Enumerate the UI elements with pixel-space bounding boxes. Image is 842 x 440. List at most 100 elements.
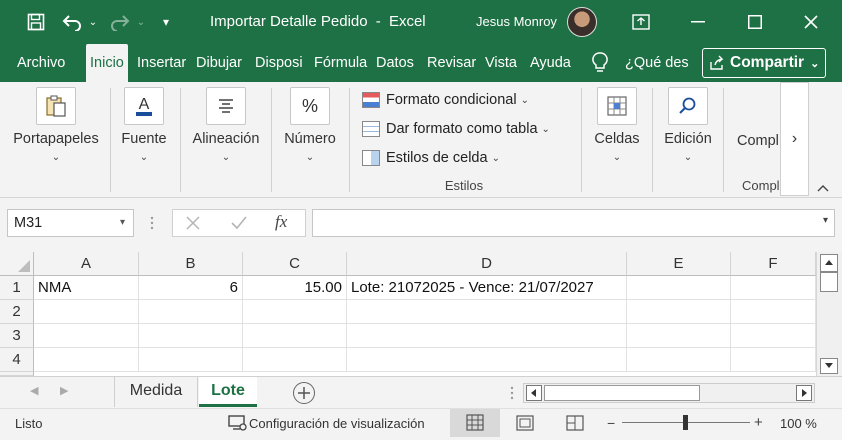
undo-dropdown-icon[interactable]: ⌄ <box>86 10 100 34</box>
user-name[interactable]: Jesus Monroy <box>476 14 557 29</box>
cancel-icon[interactable] <box>185 215 201 234</box>
cells-group[interactable]: Celdas ⌄ <box>588 82 646 192</box>
expand-formula-bar-icon[interactable]: ▾ <box>823 215 828 226</box>
grid-cell[interactable] <box>34 300 139 324</box>
tab-datos[interactable]: Datos <box>376 44 414 82</box>
grid-cell[interactable] <box>139 300 243 324</box>
cell-f1[interactable] <box>731 276 816 300</box>
tab-vista[interactable]: Vista <box>485 44 517 82</box>
prev-sheet-icon[interactable]: ◀ <box>30 384 38 397</box>
lightbulb-icon[interactable] <box>592 44 612 82</box>
name-box[interactable]: M31 ▾ <box>7 209 134 237</box>
paste-icon[interactable] <box>36 87 76 125</box>
vertical-scrollbar[interactable] <box>816 252 842 376</box>
tab-formulas[interactable]: Fórmula <box>314 44 367 82</box>
format-as-table-button[interactable]: Dar formato como tabla ⌄ <box>362 118 550 140</box>
grid-cell[interactable] <box>347 300 627 324</box>
zoom-slider[interactable] <box>622 415 750 430</box>
cell-c1[interactable]: 15.00 <box>243 276 347 300</box>
customize-qat-icon[interactable]: ▾ <box>158 10 174 34</box>
scroll-left-icon[interactable] <box>526 385 542 401</box>
grid-cell[interactable] <box>34 324 139 348</box>
normal-view-button[interactable] <box>450 409 500 437</box>
cell-d1[interactable]: Lote: 21072025 - Vence: 21/07/2027 <box>347 276 627 300</box>
align-icon[interactable] <box>206 87 246 125</box>
grid-cell[interactable] <box>731 324 816 348</box>
vertical-scroll-thumb[interactable] <box>820 272 838 292</box>
page-break-view-icon[interactable] <box>565 414 585 435</box>
number-group[interactable]: % Número ⌄ <box>278 82 342 192</box>
grid-cell[interactable] <box>731 300 816 324</box>
cell-styles-button[interactable]: Estilos de celda ⌄ <box>362 147 500 169</box>
sheet-tab-medida[interactable]: Medida <box>114 377 198 407</box>
grid-cell[interactable] <box>34 348 139 372</box>
column-header[interactable]: E <box>627 252 731 276</box>
font-group[interactable]: A Fuente ⌄ <box>114 82 174 192</box>
grid-cell[interactable] <box>139 348 243 372</box>
grid-cell[interactable] <box>347 324 627 348</box>
zoom-out-icon[interactable]: − <box>607 415 615 431</box>
sheet-tab-lote[interactable]: Lote <box>199 377 257 407</box>
grid-cell[interactable] <box>243 348 347 372</box>
cell-a1[interactable]: NMA <box>34 276 139 300</box>
row-header[interactable]: 4 <box>0 348 34 372</box>
tab-ayuda[interactable]: Ayuda <box>530 44 571 82</box>
font-color-icon[interactable]: A <box>124 87 164 125</box>
formula-input[interactable]: ▾ <box>312 209 835 237</box>
scroll-up-icon[interactable] <box>820 254 838 272</box>
spreadsheet-grid[interactable]: A B C D E F 1 2 3 4 NMA 6 15.00 Lote: 21… <box>0 252 842 376</box>
redo-icon[interactable] <box>108 10 132 34</box>
complements-label[interactable]: Compl <box>737 133 779 149</box>
column-header[interactable]: A <box>34 252 139 276</box>
clipboard-group[interactable]: Portapapeles ⌄ <box>6 82 106 192</box>
zoom-level[interactable]: 100 % <box>780 416 817 431</box>
cell-b1[interactable]: 6 <box>139 276 243 300</box>
tab-inicio[interactable]: Inicio <box>86 44 128 82</box>
name-box-dropdown-icon[interactable]: ▾ <box>120 210 125 236</box>
conditional-format-button[interactable]: Formato condicional ⌄ <box>362 89 529 111</box>
zoom-in-icon[interactable]: + <box>754 414 763 431</box>
collapse-ribbon-icon[interactable] <box>816 180 834 194</box>
tab-revisar[interactable]: Revisar <box>427 44 476 82</box>
insert-function-icon[interactable]: fx <box>275 212 287 232</box>
grid-cell[interactable] <box>731 348 816 372</box>
tab-archivo[interactable]: Archivo <box>17 44 65 82</box>
tab-insertar[interactable]: Insertar <box>137 44 186 82</box>
minimize-icon[interactable] <box>684 8 712 36</box>
grid-cell[interactable] <box>243 324 347 348</box>
grid-cell[interactable] <box>627 348 731 372</box>
alignment-group[interactable]: Alineación ⌄ <box>184 82 268 192</box>
column-header[interactable]: C <box>243 252 347 276</box>
column-header[interactable]: D <box>347 252 627 276</box>
grid-cell[interactable] <box>243 300 347 324</box>
grid-cell[interactable] <box>347 348 627 372</box>
cell-e1[interactable] <box>627 276 731 300</box>
column-header[interactable]: B <box>139 252 243 276</box>
row-header[interactable]: 2 <box>0 300 34 324</box>
grid-cell[interactable] <box>139 324 243 348</box>
percent-icon[interactable]: % <box>290 87 330 125</box>
redo-dropdown-icon[interactable]: ⌄ <box>134 10 148 34</box>
display-settings-label[interactable]: Configuración de visualización <box>249 416 425 431</box>
scroll-down-icon[interactable] <box>820 358 838 374</box>
ribbon-scroll-right-button[interactable]: › <box>780 82 809 196</box>
row-header[interactable]: 3 <box>0 324 34 348</box>
tab-split-grip-icon[interactable] <box>508 385 516 401</box>
next-sheet-icon[interactable]: ▶ <box>60 384 68 397</box>
grid-cell[interactable] <box>627 324 731 348</box>
add-sheet-icon[interactable] <box>293 382 315 404</box>
share-button[interactable]: Compartir ⌄ <box>702 48 826 78</box>
zoom-slider-thumb[interactable] <box>683 415 688 430</box>
display-settings-icon[interactable] <box>228 414 248 432</box>
page-layout-view-icon[interactable] <box>515 414 535 435</box>
undo-icon[interactable] <box>60 10 84 34</box>
editing-group[interactable]: Edición ⌄ <box>656 82 720 192</box>
column-header[interactable]: F <box>731 252 816 276</box>
maximize-icon[interactable] <box>741 8 769 36</box>
horizontal-scroll-thumb[interactable] <box>544 385 700 401</box>
search-icon[interactable] <box>668 87 708 125</box>
scroll-right-icon[interactable] <box>796 385 812 401</box>
save-icon[interactable] <box>24 10 48 34</box>
avatar[interactable] <box>567 7 597 37</box>
grid-cell[interactable] <box>627 300 731 324</box>
